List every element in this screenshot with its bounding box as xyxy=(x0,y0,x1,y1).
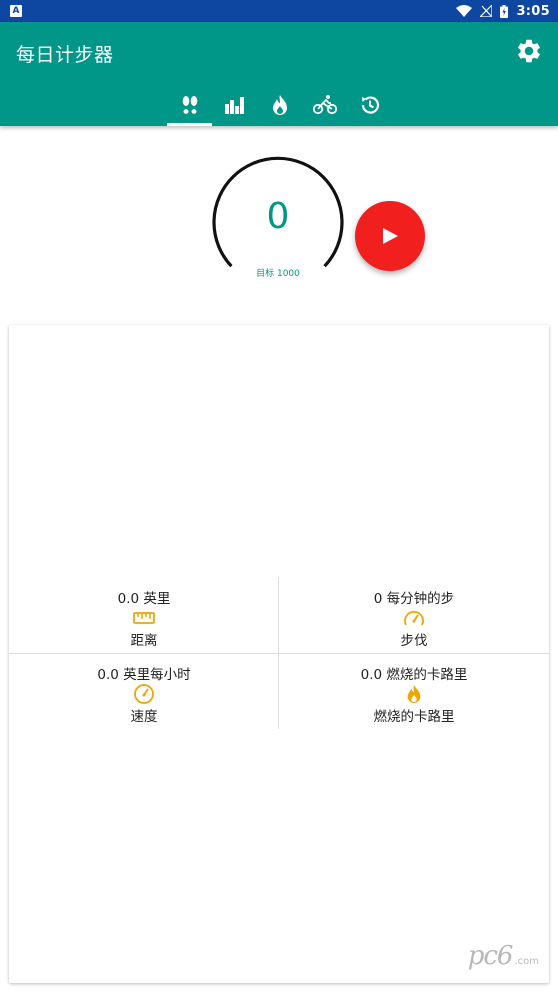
stat-distance: 0.0 英里 距离 xyxy=(9,577,279,653)
goal-label: 目标 1000 xyxy=(256,269,300,279)
ruler-icon xyxy=(9,608,279,628)
stats-grid: 0.0 英里 距离 0 每分钟的步 步伐 0.0 英里每小时 速度 0.0 燃烧… xyxy=(9,577,549,729)
play-icon xyxy=(383,228,398,244)
stat-value: 0.0 英里每小时 xyxy=(97,667,191,683)
bar-chart-icon xyxy=(224,97,244,114)
app-bar: 每日计步器 xyxy=(0,22,558,126)
footsteps-icon xyxy=(182,96,197,114)
start-tracking-button[interactable] xyxy=(355,201,425,271)
stat-value: 0.0 英里 xyxy=(117,591,171,607)
bicycle-icon xyxy=(312,95,337,115)
step-gauge: 0 xyxy=(210,152,346,278)
battery-icon xyxy=(500,4,509,18)
stat-label: 速度 xyxy=(130,709,158,725)
watermark: pc6 .com xyxy=(468,941,539,971)
stat-speed: 0.0 英里每小时 速度 xyxy=(9,653,279,729)
step-tracker: 0 目标 1000 xyxy=(0,126,558,322)
status-time: 3:05 xyxy=(516,3,550,19)
stat-calories: 0.0 燃烧的卡路里 燃烧的卡路里 xyxy=(279,653,549,729)
tab-calories[interactable] xyxy=(257,84,302,126)
stat-pace: 0 每分钟的步 步伐 xyxy=(279,577,549,653)
tab-history[interactable] xyxy=(347,84,392,126)
tab-cycling[interactable] xyxy=(302,84,347,126)
gear-icon xyxy=(518,39,540,63)
settings-button[interactable] xyxy=(514,36,544,66)
stat-value: 0.0 燃烧的卡路里 xyxy=(360,667,468,683)
wifi-icon xyxy=(456,5,473,17)
status-bar: A 3:05 xyxy=(0,0,558,22)
step-count: 0 xyxy=(266,196,290,237)
tab-steps[interactable] xyxy=(167,84,212,126)
history-icon xyxy=(361,96,379,114)
app-title: 每日计步器 xyxy=(16,44,114,66)
stat-value: 0 每分钟的步 xyxy=(373,591,455,607)
notification-app-icon: A xyxy=(10,5,22,17)
signal-icon xyxy=(480,5,493,17)
flame-icon xyxy=(279,684,549,704)
stats-card: 0.0 英里 距离 0 每分钟的步 步伐 0.0 英里每小时 速度 0.0 燃烧… xyxy=(9,325,549,983)
speedometer-icon xyxy=(279,608,549,628)
watermark-suffix: .com xyxy=(514,956,539,967)
flame-icon xyxy=(272,95,287,115)
speedometer-icon xyxy=(9,684,279,704)
watermark-text: pc6 xyxy=(467,941,514,971)
stat-label: 距离 xyxy=(130,633,158,649)
stat-label: 燃烧的卡路里 xyxy=(373,709,455,725)
tab-statistics[interactable] xyxy=(212,84,257,126)
stat-label: 步伐 xyxy=(400,633,428,649)
tab-bar xyxy=(167,84,392,126)
